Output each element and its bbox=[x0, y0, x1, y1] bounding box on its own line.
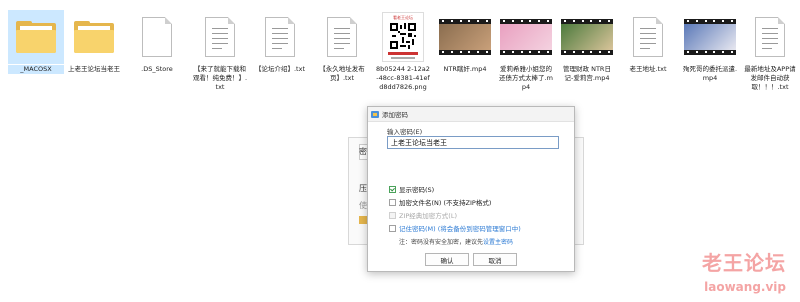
file-item-txt[interactable]: 【来了就能下载和观看！纯免费！】.txt bbox=[192, 10, 248, 92]
file-item-txt[interactable]: 【永久地址发布页】.txt bbox=[314, 10, 370, 83]
file-item-folder[interactable]: 上老王论坛当老王 bbox=[66, 10, 122, 74]
video-thumbnail-icon bbox=[437, 10, 493, 64]
set-master-password-link[interactable]: 设置主密码 bbox=[483, 239, 513, 246]
confirm-button[interactable]: 确认 bbox=[425, 253, 469, 266]
password-label: 输入密码(E) bbox=[387, 128, 423, 136]
app-icon bbox=[371, 110, 379, 118]
checkbox-checked-icon[interactable] bbox=[389, 185, 396, 193]
file-name: 【永久地址发布页】.txt bbox=[319, 65, 365, 82]
checkbox-disabled-icon bbox=[389, 211, 396, 219]
file-item-video[interactable]: 管理财政 NTR日记-爱莉宫.mp4 bbox=[559, 10, 615, 83]
background-label: 密 bbox=[359, 147, 367, 156]
video-thumbnail-icon bbox=[559, 10, 615, 64]
file-item-video[interactable]: 殉死哥的委托派遣.mp4 bbox=[682, 10, 738, 83]
text-file-icon bbox=[314, 10, 370, 64]
file-item-video[interactable]: 爱莉希雅小姐您的还债方式太棒了.mp4 bbox=[498, 10, 554, 92]
file-name: 爱莉希雅小姐您的还债方式太棒了.mp4 bbox=[499, 65, 553, 91]
show-password-option[interactable]: 显示密码(S) bbox=[389, 184, 434, 194]
cancel-button[interactable]: 取消 bbox=[473, 253, 517, 266]
note-text: 注：密码没有安全加密，建议先 bbox=[399, 239, 484, 246]
option-label: ZIP经典加密方式(L) bbox=[399, 212, 457, 220]
text-file-icon bbox=[620, 10, 676, 64]
file-name: 8b05244 2-12a2-48cc-8381-41efd8dd7826.pn… bbox=[376, 65, 430, 91]
folder-icon bbox=[66, 10, 122, 64]
file-name: 上老王论坛当老王 bbox=[68, 65, 120, 73]
file-name: 老王地址.txt bbox=[629, 65, 667, 73]
watermark-url: laowang.vip bbox=[704, 280, 786, 294]
background-label: 使 bbox=[359, 201, 367, 210]
file-name: 【论坛介绍】.txt bbox=[254, 65, 305, 73]
watermark-logo: 老王论坛 bbox=[702, 251, 786, 275]
qr-code-image-icon: 看老王论坛 bbox=[375, 10, 431, 64]
remember-password-option[interactable]: 记住密码(M) (将会备份到密码管理窗口中) bbox=[389, 223, 521, 233]
option-label: 加密文件名(N) (不支持ZIP格式) bbox=[399, 199, 492, 207]
file-item-txt[interactable]: 老王地址.txt bbox=[620, 10, 676, 74]
text-file-icon bbox=[742, 10, 798, 64]
file-item-ds-store[interactable]: .DS_Store bbox=[129, 10, 185, 74]
option-label: 显示密码(S) bbox=[399, 186, 435, 194]
file-name: NTR瞎奸.mp4 bbox=[443, 65, 487, 73]
file-name: 最新地址及APP请发邮件自动获取！！！.txt bbox=[744, 65, 796, 91]
video-thumbnail-icon bbox=[498, 10, 554, 64]
file-item-png[interactable]: 看老王论坛 8b05244 2-12a2-48cc-8381-41efd8dd7… bbox=[375, 10, 431, 92]
password-input[interactable] bbox=[387, 136, 559, 149]
security-note: 注：密码没有安全加密，建议先设置主密码 bbox=[399, 237, 513, 246]
text-file-icon bbox=[252, 10, 308, 64]
qr-header: 看老王论坛 bbox=[393, 15, 413, 20]
file-item-txt[interactable]: 最新地址及APP请发邮件自动获取！！！.txt bbox=[742, 10, 798, 92]
file-item-txt[interactable]: 【论坛介绍】.txt bbox=[252, 10, 308, 74]
qr-code-icon bbox=[390, 23, 416, 49]
checkbox-icon[interactable] bbox=[389, 224, 396, 232]
file-name: .DS_Store bbox=[141, 65, 173, 73]
file-name: _MACOSX bbox=[8, 65, 64, 74]
file-item-macosx[interactable]: _MACOSX bbox=[8, 10, 64, 74]
folder-icon bbox=[8, 10, 64, 64]
text-file-icon bbox=[192, 10, 248, 64]
file-name: 管理财政 NTR日记-爱莉宫.mp4 bbox=[563, 65, 611, 82]
lock-icon bbox=[359, 216, 367, 224]
background-label: 压 bbox=[359, 184, 367, 193]
dialog-titlebar: 添加密码 bbox=[368, 107, 574, 122]
file-name: 殉死哥的委托派遣.mp4 bbox=[682, 65, 738, 82]
zip-classic-encryption-option: ZIP经典加密方式(L) bbox=[389, 210, 457, 220]
video-thumbnail-icon bbox=[682, 10, 738, 64]
dialog-title: 添加密码 bbox=[382, 111, 408, 119]
checkbox-icon[interactable] bbox=[389, 198, 396, 206]
encrypt-filenames-option[interactable]: 加密文件名(N) (不支持ZIP格式) bbox=[389, 197, 491, 207]
file-item-video[interactable]: NTR瞎奸.mp4 bbox=[437, 10, 493, 74]
blank-file-icon bbox=[129, 10, 185, 64]
option-label: 记住密码(M) (将会备份到密码管理窗口中) bbox=[399, 225, 521, 233]
add-password-dialog: 添加密码 输入密码(E) 显示密码(S) 加密文件名(N) (不支持ZIP格式)… bbox=[367, 106, 575, 272]
file-name: 【来了就能下载和观看！纯免费！】.txt bbox=[192, 65, 248, 91]
